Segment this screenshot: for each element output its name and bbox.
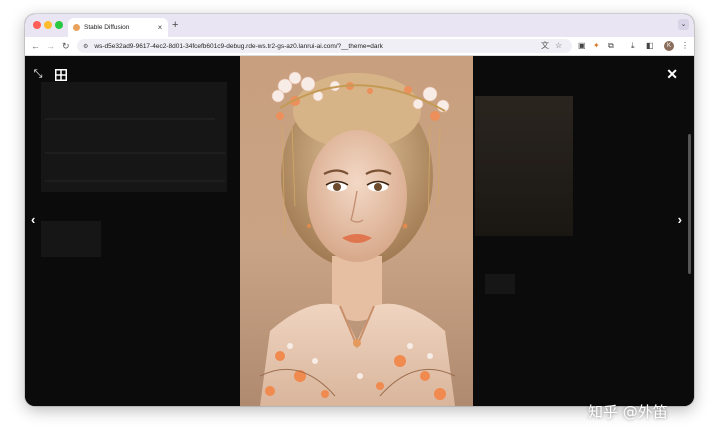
tab-title: Stable Diffusion xyxy=(84,24,130,31)
bookmark-star-icon[interactable]: ☆ xyxy=(555,40,562,52)
extensions-puzzle-icon[interactable]: ⧉ xyxy=(608,40,614,52)
background-divider xyxy=(45,152,225,154)
image-viewer: ⤡ ✕ ‹ › xyxy=(25,56,694,406)
gallery-grid-icon[interactable] xyxy=(55,68,67,81)
extension-icon-1[interactable]: ▣ xyxy=(578,40,586,52)
download-icon[interactable]: ⤓ xyxy=(631,40,635,52)
extension-icon-2[interactable]: ✦ xyxy=(593,40,600,52)
background-panel xyxy=(41,221,101,257)
profile-avatar[interactable]: K xyxy=(664,41,674,51)
close-viewer-icon[interactable]: ✕ xyxy=(666,66,678,83)
background-divider xyxy=(45,118,215,120)
tab-search-button[interactable]: ⌄ xyxy=(678,19,689,30)
next-image-icon[interactable]: › xyxy=(678,212,682,227)
forward-button[interactable]: → xyxy=(46,40,55,52)
background-panel xyxy=(485,274,515,294)
back-button[interactable]: ← xyxy=(31,40,40,52)
watermark-text: 知乎 @外笛 xyxy=(588,403,668,421)
background-thumbnail xyxy=(475,96,573,236)
browser-window: Stable Diffusion × + ⌄ ← → ↻ ⚙ ws-d5e32a… xyxy=(25,14,694,406)
window-close-button[interactable] xyxy=(33,21,41,29)
favicon-icon xyxy=(73,24,80,31)
reload-button[interactable]: ↻ xyxy=(62,40,70,52)
background-panel xyxy=(41,82,227,192)
window-maximize-button[interactable] xyxy=(55,21,63,29)
previous-image-icon[interactable]: ‹ xyxy=(31,212,35,227)
address-bar[interactable]: ⚙ ws-d5e32ad9-9617-4ec2-8d01-34fcefb601c… xyxy=(77,39,572,53)
url-text[interactable]: ws-d5e32ad9-9617-4ec2-8d01-34fcefb601c9-… xyxy=(94,43,572,50)
site-info-icon[interactable]: ⚙ xyxy=(83,43,88,50)
generated-portrait-image xyxy=(240,56,473,406)
translate-icon[interactable]: 文 xyxy=(541,40,549,52)
side-panel-icon[interactable]: ◧ xyxy=(646,40,654,52)
tab-strip: Stable Diffusion × + ⌄ xyxy=(25,14,694,37)
new-tab-button[interactable]: + xyxy=(172,19,178,31)
browser-toolbar: ← → ↻ ⚙ ws-d5e32ad9-9617-4ec2-8d01-34fce… xyxy=(25,37,694,56)
tab-close-icon[interactable]: × xyxy=(155,23,165,32)
background-divider xyxy=(45,180,225,182)
scrollbar[interactable] xyxy=(688,134,691,274)
browser-menu-icon[interactable]: ⋮ xyxy=(681,40,689,52)
window-minimize-button[interactable] xyxy=(44,21,52,29)
fullscreen-icon[interactable]: ⤡ xyxy=(31,68,45,81)
portrait-illustration xyxy=(259,71,456,406)
tab-stable-diffusion[interactable]: Stable Diffusion × xyxy=(68,18,168,37)
